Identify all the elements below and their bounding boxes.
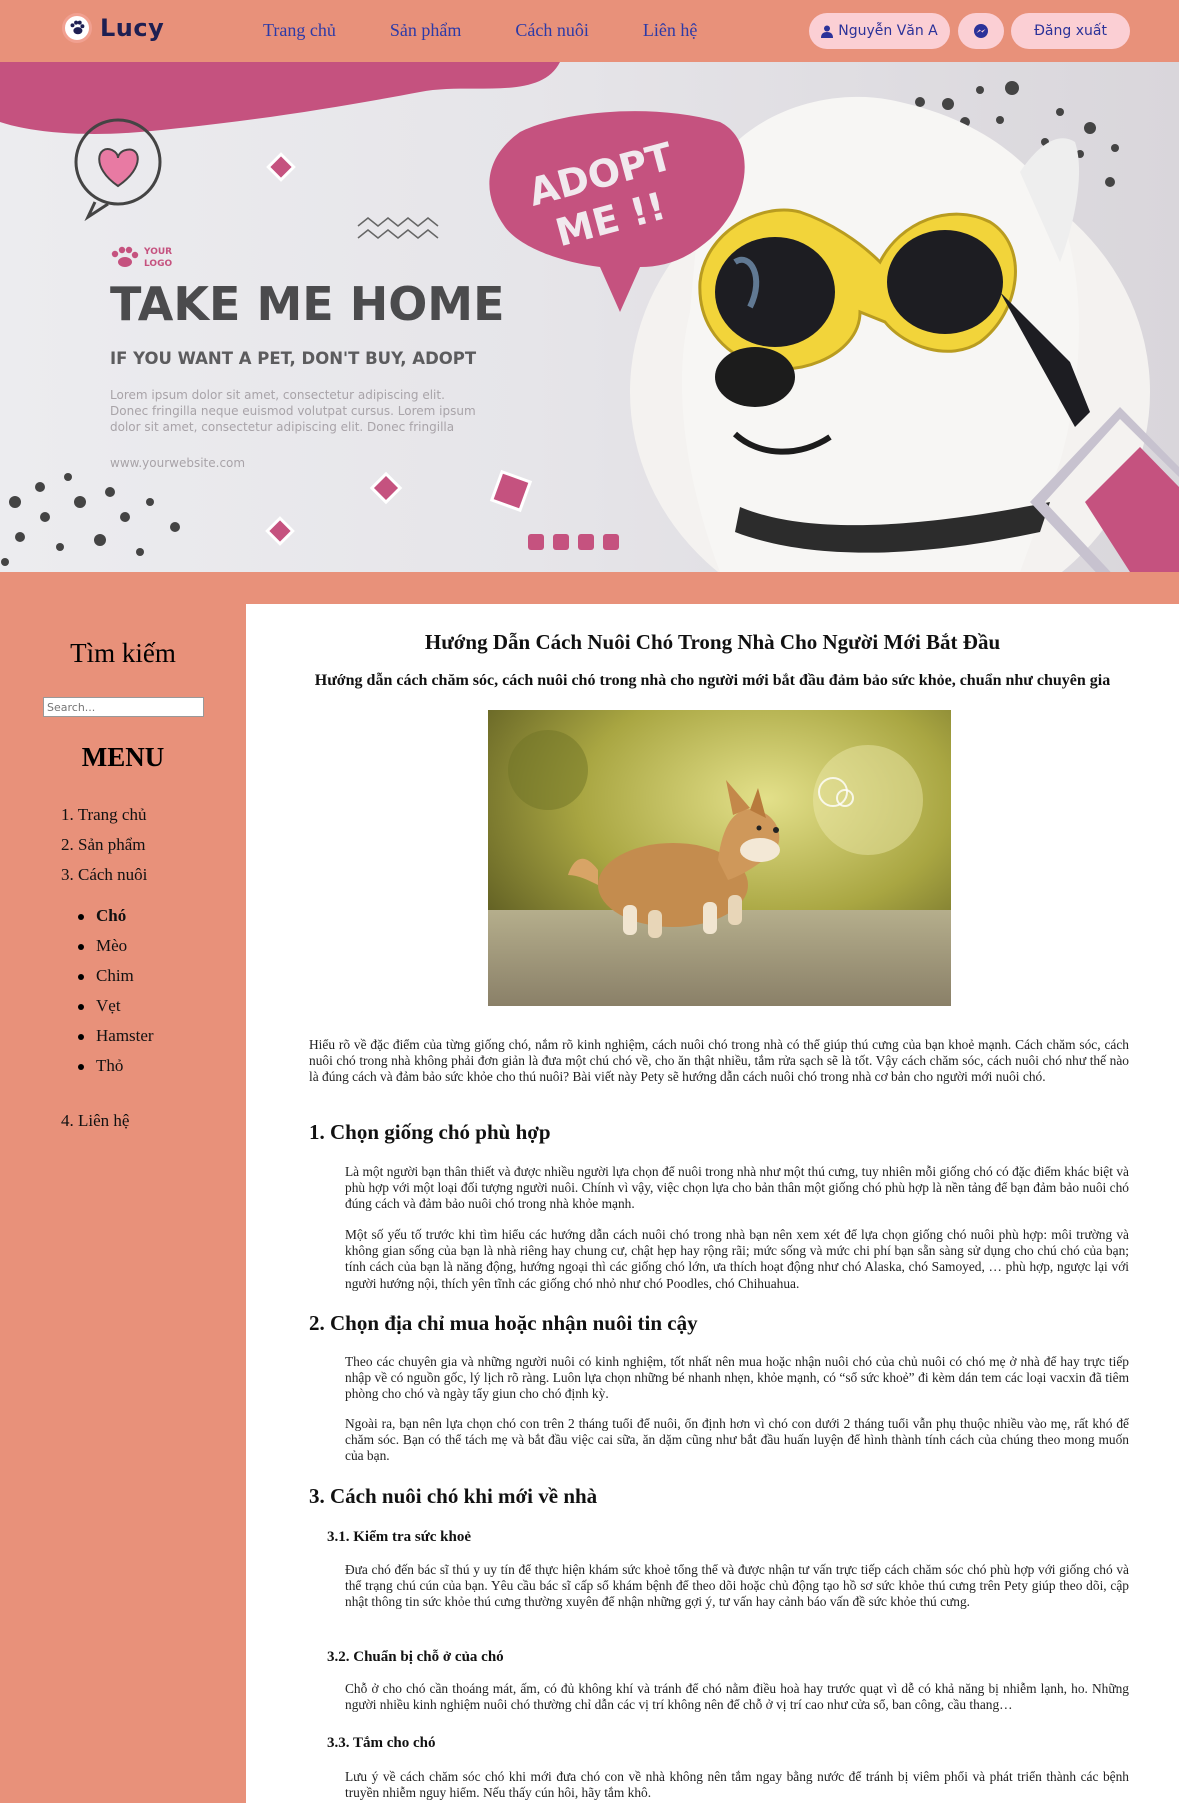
search-input[interactable] [43, 697, 204, 717]
corgi-photo [488, 710, 951, 1006]
submenu-item-bird[interactable]: Chim [78, 966, 154, 996]
section2-heading: 2. Chọn địa chỉ mua hoặc nhận nuôi tin c… [309, 1311, 698, 1335]
hero-lorem-line3: dolor sit amet, consectetur adipiscing e… [110, 420, 454, 434]
search-title: Tìm kiếm [70, 638, 176, 668]
hero-small-logo-line2: LOGO [144, 259, 172, 269]
hero-website: www.yourwebsite.com [110, 456, 245, 470]
menu-item-home[interactable]: 1. Trang chủ [61, 805, 147, 835]
article: Hướng Dẫn Cách Nuôi Chó Trong Nhà Cho Ng… [246, 604, 1179, 1803]
section32-heading: 3.2. Chuẩn bị chỗ ở của chó [327, 1649, 504, 1665]
article-title: Hướng Dẫn Cách Nuôi Chó Trong Nhà Cho Ng… [424, 630, 1001, 654]
menu-item-care[interactable]: 3. Cách nuôi [61, 865, 147, 895]
section1-heading: 1. Chọn giống chó phù hợp [309, 1120, 551, 1144]
site-logo[interactable]: Lucy [62, 13, 164, 43]
submenu-item-parrot[interactable]: Vẹt [78, 996, 154, 1026]
social-icons [528, 534, 619, 550]
hero-headline: TAKE ME HOME [110, 277, 505, 331]
submenu-item-rabbit[interactable]: Thỏ [78, 1056, 154, 1086]
nav-home[interactable]: Trang chủ [263, 20, 336, 41]
messenger-button[interactable] [958, 13, 1004, 49]
user-profile-button[interactable]: Nguyễn Văn A [809, 13, 950, 49]
section31-heading: 3.1. Kiểm tra sức khoẻ [327, 1529, 471, 1545]
user-name: Nguyễn Văn A [838, 23, 938, 39]
hero-small-logo-line1: YOUR [143, 247, 172, 257]
menu-list: 1. Trang chủ 2. Sản phẩm 3. Cách nuôi [61, 805, 147, 895]
section1-paragraph1: Là một người bạn thân thiết và được nhiề… [345, 1164, 1129, 1212]
article-intro: Hiểu rõ về đặc điểm của từng giống chó, … [309, 1037, 1129, 1085]
user-icon [821, 25, 834, 38]
menu-item-contact[interactable]: 4. Liên hệ [61, 1111, 129, 1131]
section33-paragraph: Lưu ý về cách chăm sóc chó khi mới đưa c… [345, 1769, 1129, 1801]
hero-tagline: IF YOU WANT A PET, DON'T BUY, ADOPT [110, 349, 477, 368]
section31-paragraph: Đưa chó đến bác sĩ thú y uy tín để thực … [345, 1562, 1129, 1610]
main-nav: Trang chủ Sản phẩm Cách nuôi Liên hệ [263, 20, 751, 41]
menu-item-products[interactable]: 2. Sản phẩm [61, 835, 147, 865]
messenger-icon [974, 24, 988, 38]
hero-lorem-line2: Donec fringilla neque euismod volutpat c… [110, 404, 476, 418]
logo-text: Lucy [100, 14, 165, 42]
nav-care[interactable]: Cách nuôi [515, 20, 589, 41]
hero-lorem-line1: Lorem ipsum dolor sit amet, consectetur … [110, 388, 445, 402]
paw-icon [62, 13, 92, 43]
submenu-item-dog[interactable]: Chó [78, 906, 154, 936]
article-subtitle: Hướng dẫn cách chăm sóc, cách nuôi chó t… [314, 672, 1111, 689]
section33-heading: 3.3. Tắm cho chó [327, 1735, 436, 1751]
section2-paragraph2: Ngoài ra, bạn nên lựa chọn chó con trên … [345, 1416, 1129, 1464]
submenu-item-hamster[interactable]: Hamster [78, 1026, 154, 1056]
section1-paragraph2: Một số yếu tố trước khi tìm hiểu các hướ… [345, 1227, 1129, 1291]
nav-products[interactable]: Sản phẩm [390, 20, 462, 41]
section3-heading: 3. Cách nuôi chó khi mới về nhà [309, 1484, 598, 1508]
logout-button[interactable]: Đăng xuất [1011, 13, 1130, 49]
heart-icon [74, 118, 162, 222]
menu-title: MENU [81, 742, 165, 772]
nav-contact[interactable]: Liên hệ [643, 20, 697, 41]
top-navbar: Lucy Trang chủ Sản phẩm Cách nuôi Liên h… [0, 0, 1179, 62]
section32-paragraph: Chỗ ở cho chó cần thoáng mát, ấm, có đủ … [345, 1681, 1129, 1713]
care-submenu: Chó Mèo Chim Vẹt Hamster Thỏ [78, 906, 154, 1086]
hero-banner: ADOPT ME !! YOUR LOGO TAKE ME HOME IF YO… [0, 62, 1179, 572]
hero-illustration: ADOPT ME !! YOUR LOGO TAKE ME HOME IF YO… [0, 62, 1179, 572]
submenu-item-cat[interactable]: Mèo [78, 936, 154, 966]
hero-paw-icon [111, 246, 139, 267]
sidebar: Tìm kiếm MENU 1. Trang chủ 2. Sản phẩm 3… [0, 600, 246, 1803]
section2-paragraph1: Theo các chuyên gia và những người nuôi … [345, 1354, 1129, 1402]
